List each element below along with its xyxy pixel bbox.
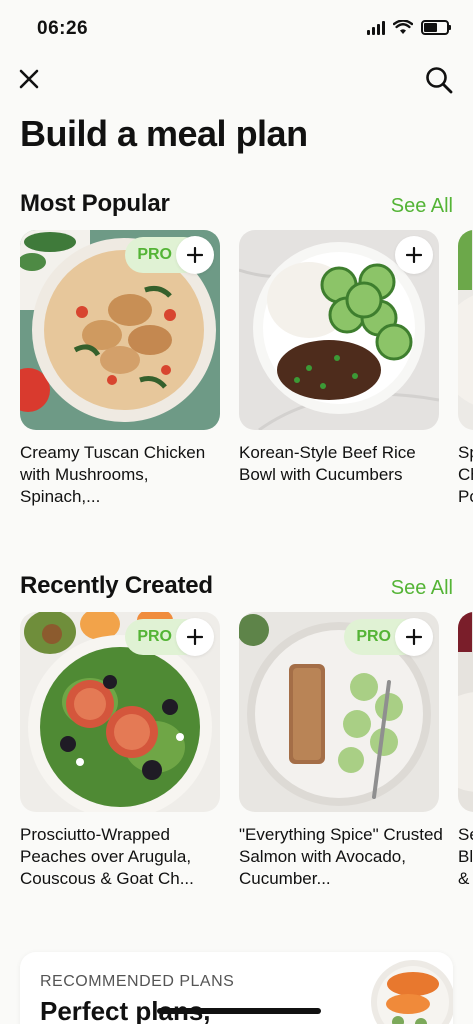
add-to-plan-button[interactable] <box>395 236 433 274</box>
recommended-plans-label: RECOMMENDED PLANS <box>40 973 235 990</box>
recipe-card[interactable]: Se Bl & <box>458 612 473 890</box>
add-to-plan-button[interactable] <box>176 236 214 274</box>
recipe-card[interactable]: PRO "Everything Spice" Crusted Salmon wi… <box>239 612 443 890</box>
status-time: 06:26 <box>37 18 89 39</box>
section-title-most-popular: Most Popular <box>20 190 170 217</box>
wifi-icon <box>393 20 413 34</box>
recipe-card[interactable]: Korean-Style Beef Rice Bowl with Cucumbe… <box>239 230 439 508</box>
badge-group: PRO <box>125 618 214 656</box>
search-icon <box>426 67 453 94</box>
recipe-image-partial <box>458 230 473 430</box>
status-icons <box>367 20 451 35</box>
recommended-plan-image <box>363 952 453 1024</box>
recipe-image-everything-spice-salmon: PRO <box>239 612 439 812</box>
close-icon <box>19 69 39 89</box>
badge-group: PRO <box>344 618 433 656</box>
badge-group: PRO <box>125 236 214 274</box>
recipe-image-korean-beef-bowl <box>239 230 439 430</box>
see-all-recent-link[interactable]: See All <box>391 577 453 600</box>
add-to-plan-button[interactable] <box>176 618 214 656</box>
search-button[interactable] <box>423 64 455 96</box>
recipe-card[interactable]: PRO Prosciutto-Wrapped Peaches over Arug… <box>20 612 220 890</box>
add-to-plan-button[interactable] <box>395 618 433 656</box>
recipe-title: Prosciutto-Wrapped Peaches over Arugula,… <box>20 825 194 888</box>
plus-icon <box>187 247 203 263</box>
badge-group <box>395 236 433 274</box>
recipe-image-tuscan-chicken: PRO <box>20 230 220 430</box>
recipe-card[interactable]: PRO Creamy Tuscan Chicken with Mushrooms… <box>20 230 220 508</box>
recipe-image-prosciutto-peaches: PRO <box>20 612 220 812</box>
plus-icon <box>406 629 422 645</box>
page-title: Build a meal plan <box>20 113 308 154</box>
section-title-recently-created: Recently Created <box>20 572 213 599</box>
battery-icon <box>421 20 451 35</box>
signal-icon <box>367 20 385 35</box>
status-bar: 06:26 <box>0 0 473 56</box>
recipe-image-partial <box>458 612 473 812</box>
close-button[interactable] <box>14 64 44 94</box>
recipe-title: Korean-Style Beef Rice Bowl with Cucumbe… <box>239 443 416 484</box>
recipe-title: Creamy Tuscan Chicken with Mushrooms, Sp… <box>20 443 206 506</box>
recipe-title: Sp Ch Po <box>458 443 473 506</box>
home-indicator <box>157 1008 321 1014</box>
recipe-title: Se Bl & <box>458 825 473 888</box>
recipe-title: "Everything Spice" Crusted Salmon with A… <box>239 825 443 888</box>
plus-icon <box>187 629 203 645</box>
recipe-card[interactable]: Sp Ch Po <box>458 230 473 508</box>
plus-icon <box>406 247 422 263</box>
see-all-popular-link[interactable]: See All <box>391 195 453 218</box>
screen: 06:26 Build a meal plan Most Popular See… <box>0 0 473 1024</box>
